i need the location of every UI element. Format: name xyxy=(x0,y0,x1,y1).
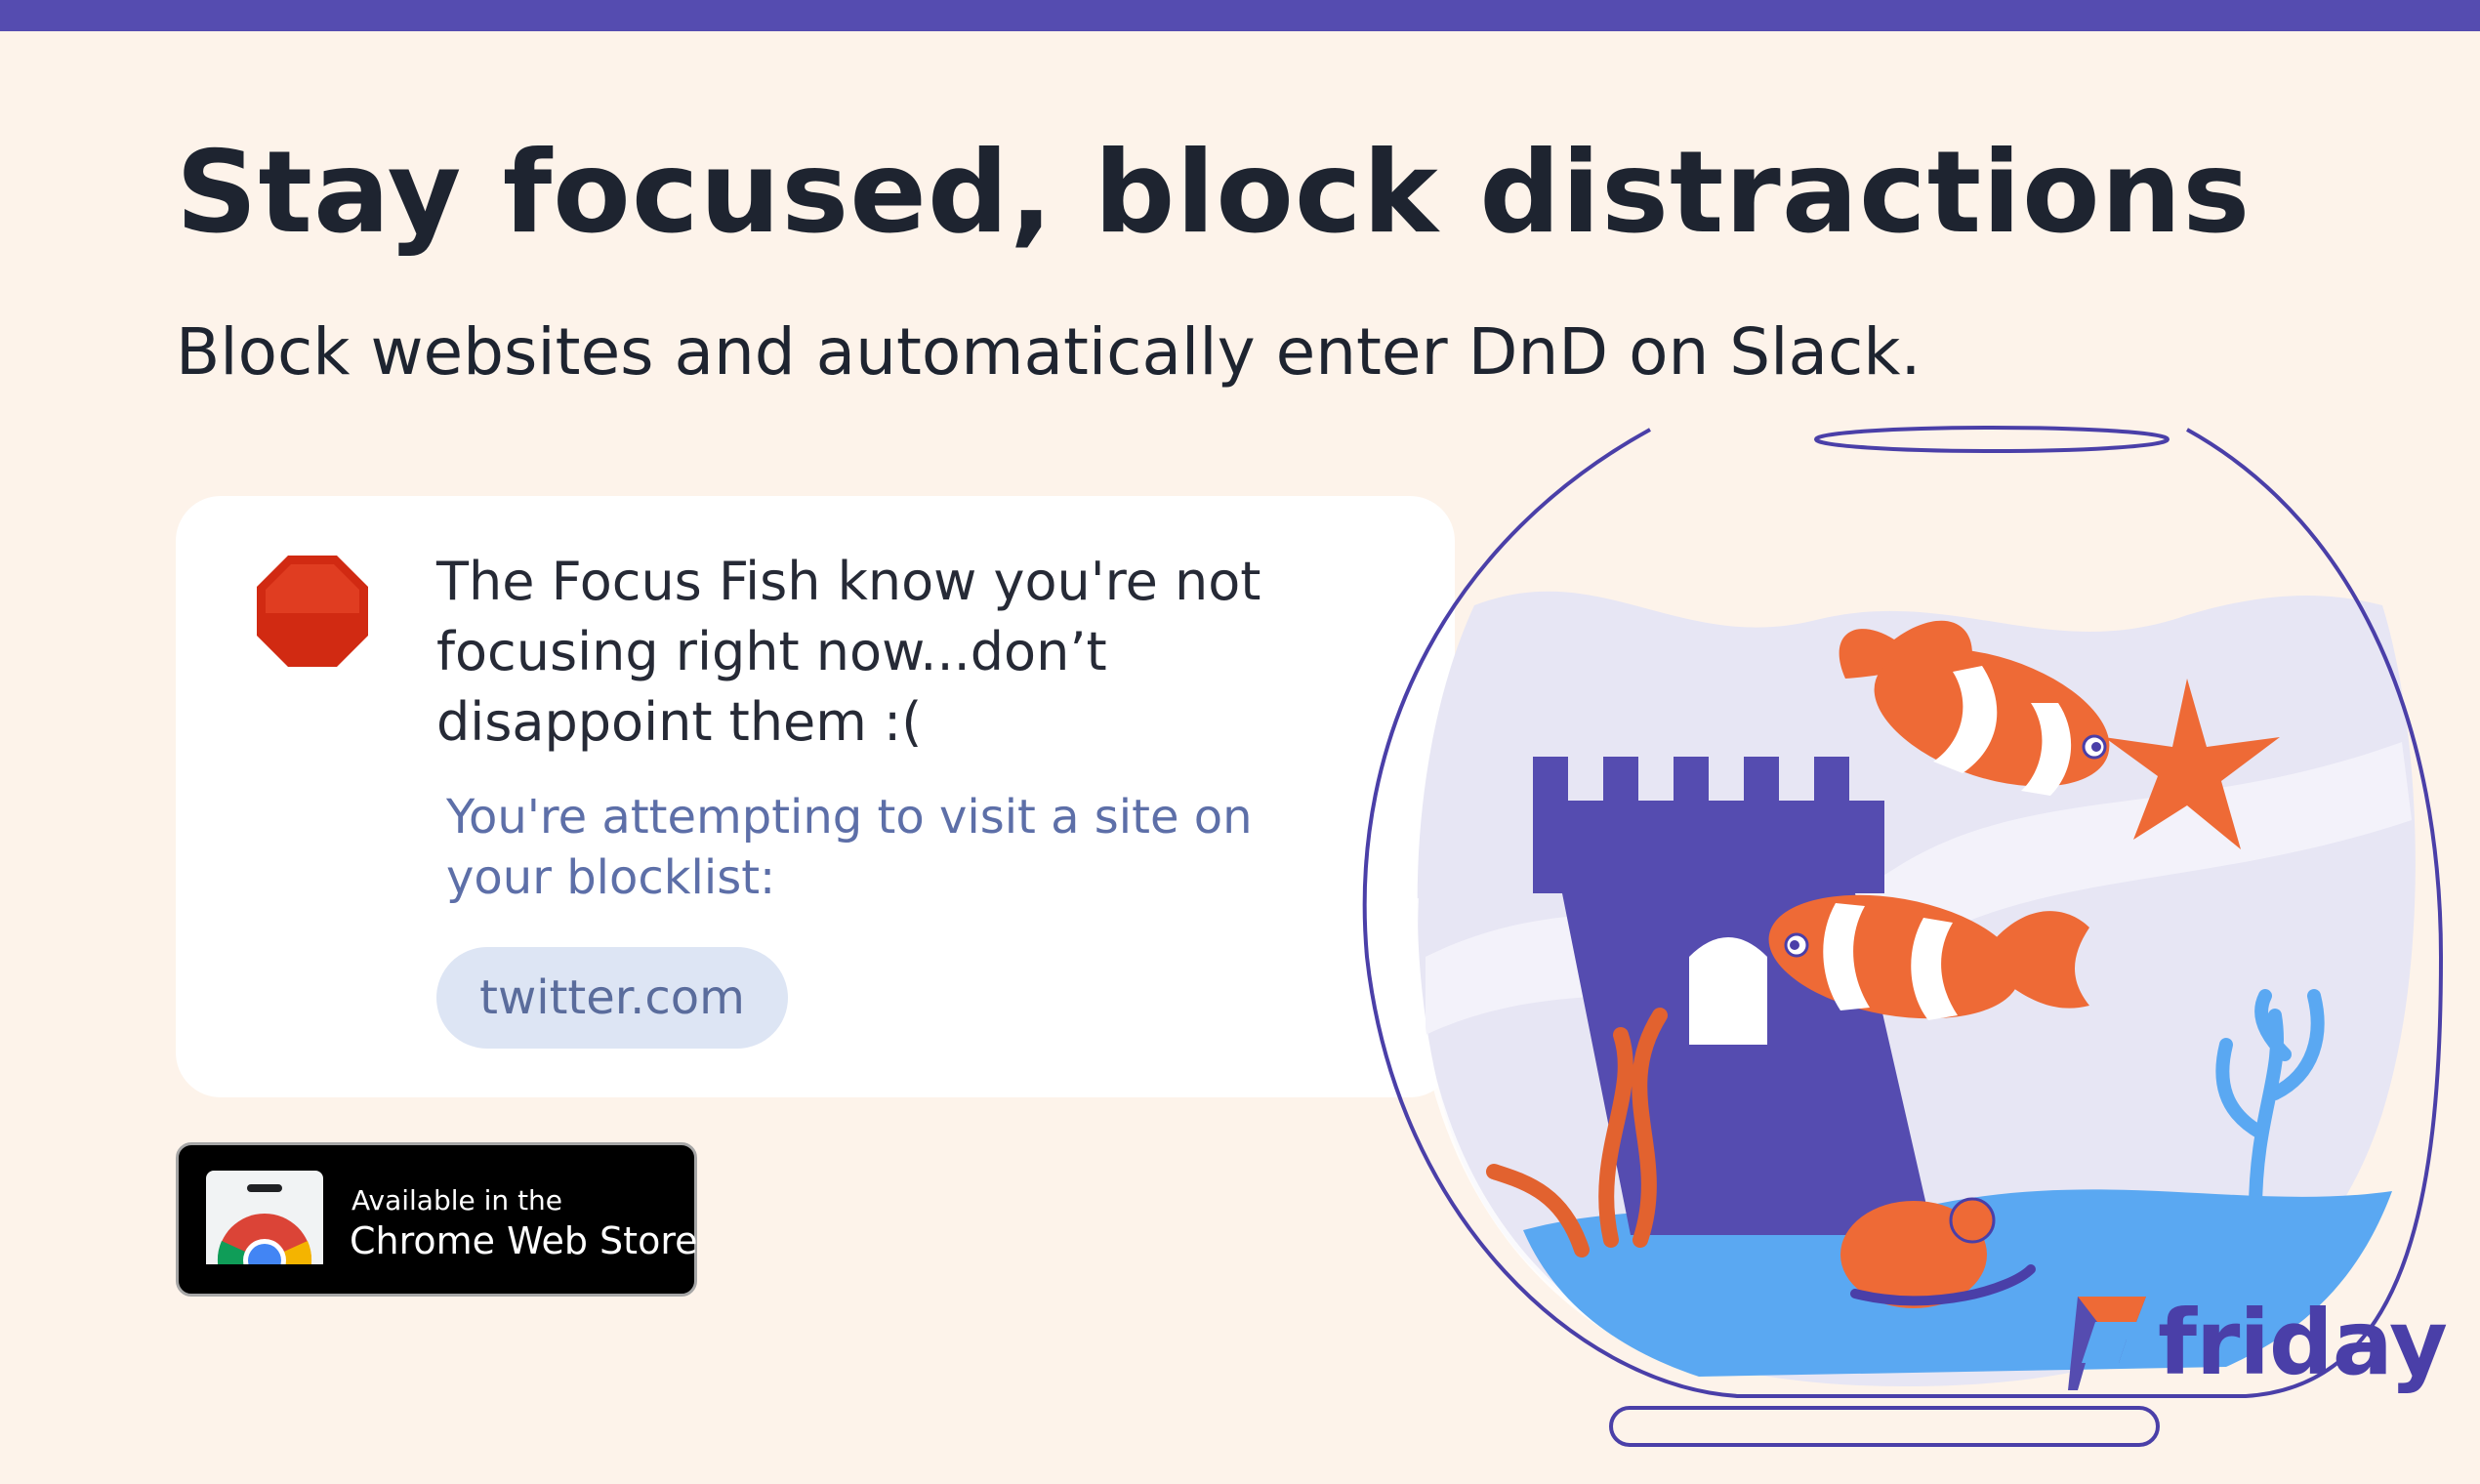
stop-sign-icon xyxy=(257,556,368,667)
bowl-rim xyxy=(1814,426,2170,453)
blocked-site-pill[interactable]: twitter.com xyxy=(436,947,788,1049)
block-description: You're attempting to visit a site on you… xyxy=(446,790,1253,905)
page-title: Stay focused, block distractions xyxy=(176,127,2252,259)
bowl-base xyxy=(1609,1406,2160,1447)
brand-name: friday xyxy=(2158,1291,2448,1395)
block-notice-card: The Focus Fish know you're not focusing … xyxy=(176,496,1455,1097)
block-message: The Focus Fish know you're not focusing … xyxy=(436,551,1261,753)
chrome-icon xyxy=(206,1171,323,1272)
store-badge-line1: Available in the xyxy=(351,1184,563,1216)
friday-logo-icon xyxy=(2068,1297,2146,1390)
friday-logo[interactable]: friday xyxy=(2068,1289,2448,1398)
store-badge-line2: Chrome Web Store xyxy=(350,1219,698,1262)
chrome-web-store-badge[interactable]: Available in the Chrome Web Store xyxy=(176,1142,698,1297)
page-subtitle: Block websites and automatically enter D… xyxy=(176,314,1922,390)
top-accent-bar xyxy=(0,0,2480,31)
